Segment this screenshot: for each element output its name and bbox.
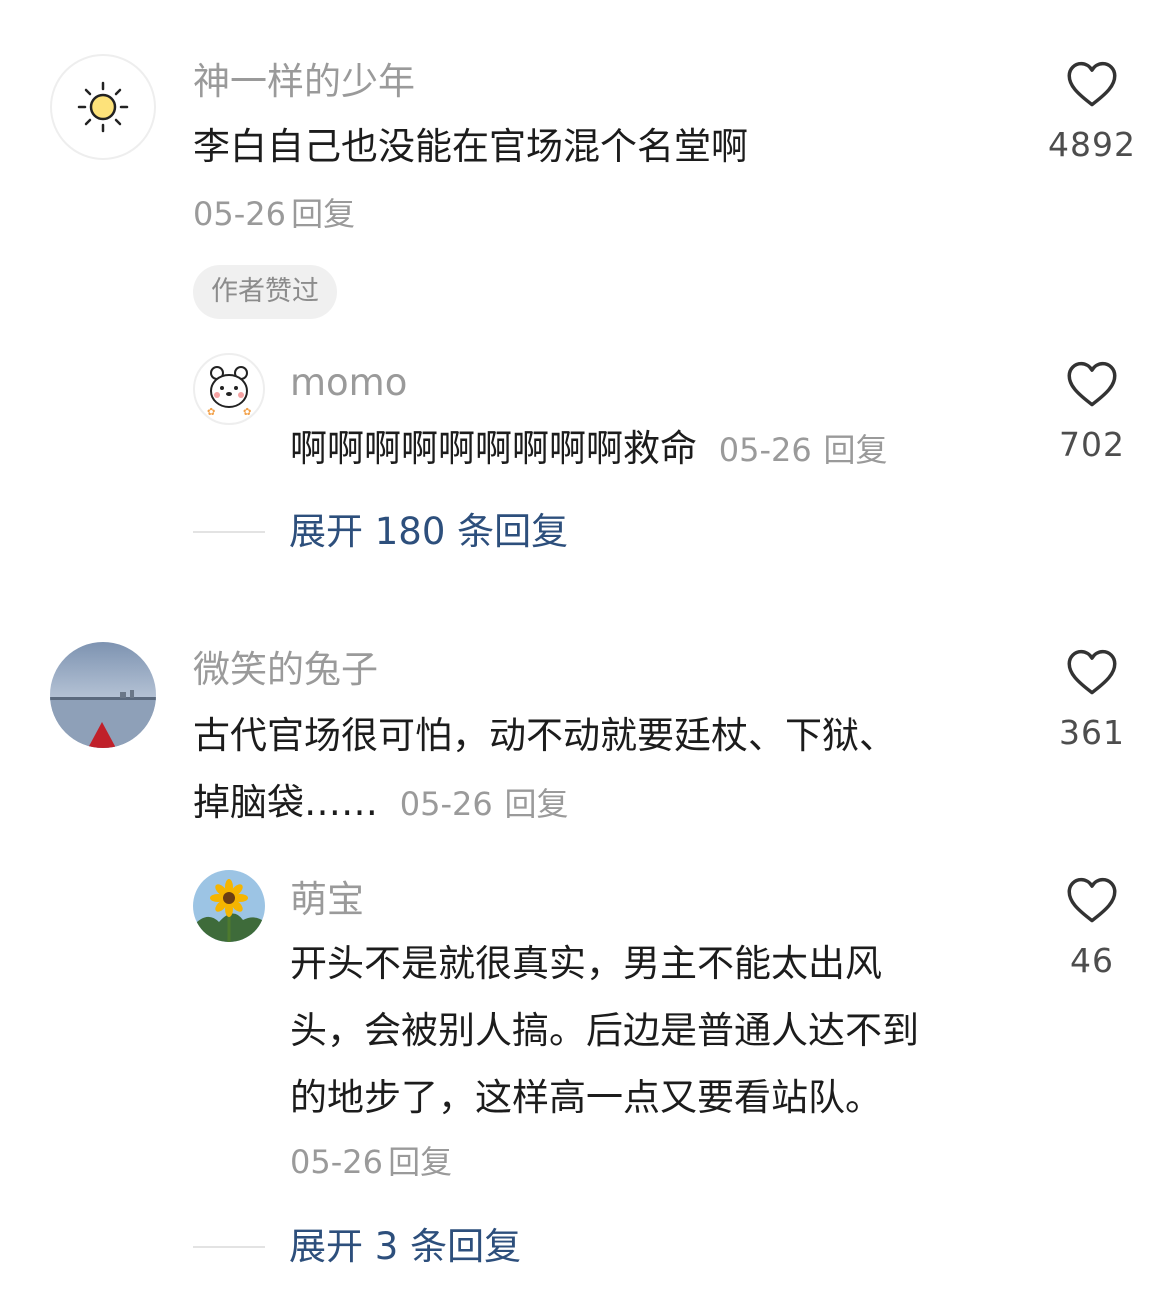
- reply-text: 头，会被别人搞。后边是普通人达不到: [290, 1009, 919, 1052]
- username[interactable]: 神一样的少年: [193, 63, 415, 100]
- username[interactable]: momo: [290, 364, 407, 401]
- comment-date: 05-26: [290, 1143, 383, 1181]
- expand-replies-button[interactable]: 展开 3 条回复: [193, 1228, 521, 1265]
- reply-button[interactable]: 回复: [388, 1143, 452, 1181]
- svg-text:✿: ✿: [243, 407, 251, 418]
- comment-text: 李白自己也没能在官场混个名堂啊: [193, 125, 748, 168]
- like-button[interactable]: 46: [1032, 876, 1152, 977]
- reply-text: 啊啊啊啊啊啊啊啊啊救命: [290, 427, 697, 470]
- divider: [193, 1245, 265, 1248]
- heart-outline-icon: [1067, 361, 1117, 407]
- reply-button[interactable]: 回复: [505, 785, 569, 823]
- comment-date: 05-26: [193, 195, 286, 233]
- like-count: 4892: [1048, 125, 1136, 164]
- sunflower-avatar: [193, 870, 265, 942]
- divider: [193, 530, 265, 533]
- avatar[interactable]: [193, 870, 265, 942]
- comment-date: 05-26: [718, 431, 812, 469]
- comment-meta: 05-26 回复: [290, 1146, 452, 1178]
- comment-date: 05-26: [399, 785, 493, 823]
- avatar[interactable]: [50, 54, 156, 160]
- like-button[interactable]: 361: [1032, 648, 1152, 749]
- lake-avatar: [50, 642, 156, 748]
- comment-text: 古代官场很可怕，动不动就要廷杖、下狱、: [193, 714, 896, 757]
- username[interactable]: 微笑的兔子: [193, 651, 378, 688]
- avatar[interactable]: [50, 642, 156, 748]
- svg-text:✿: ✿: [207, 407, 215, 418]
- like-count: 361: [1059, 713, 1125, 752]
- reply-text-line: 啊啊啊啊啊啊啊啊啊救命 05-26 回复: [290, 430, 888, 467]
- heart-outline-icon: [1067, 877, 1117, 923]
- reply-text: 的地步了，这样高一点又要看站队。: [290, 1076, 882, 1119]
- like-count: 46: [1070, 941, 1114, 980]
- reply-button[interactable]: 回复: [824, 431, 888, 469]
- heart-outline-icon: [1067, 61, 1117, 107]
- comment-text-line: 掉脑袋…… 05-26 回复: [193, 784, 569, 821]
- comment-meta: 05-26 回复: [193, 198, 355, 230]
- reply-button[interactable]: 回复: [291, 195, 355, 233]
- like-button[interactable]: 702: [1032, 360, 1152, 461]
- username[interactable]: 萌宝: [290, 881, 364, 918]
- bear-avatar: ✿ ✿: [207, 366, 251, 418]
- like-button[interactable]: 4892: [1032, 60, 1152, 161]
- author-liked-badge: 作者赞过: [193, 265, 337, 319]
- expand-replies-label[interactable]: 展开 180 条回复: [289, 513, 568, 550]
- like-count: 702: [1059, 425, 1125, 464]
- comment-text: 掉脑袋……: [193, 781, 378, 824]
- heart-outline-icon: [1067, 649, 1117, 695]
- expand-replies-label[interactable]: 展开 3 条回复: [289, 1228, 521, 1265]
- expand-replies-button[interactable]: 展开 180 条回复: [193, 513, 568, 550]
- avatar[interactable]: ✿ ✿: [193, 353, 265, 425]
- sun-icon: [77, 81, 129, 133]
- reply-text: 开头不是就很真实，男主不能太出风: [290, 942, 882, 985]
